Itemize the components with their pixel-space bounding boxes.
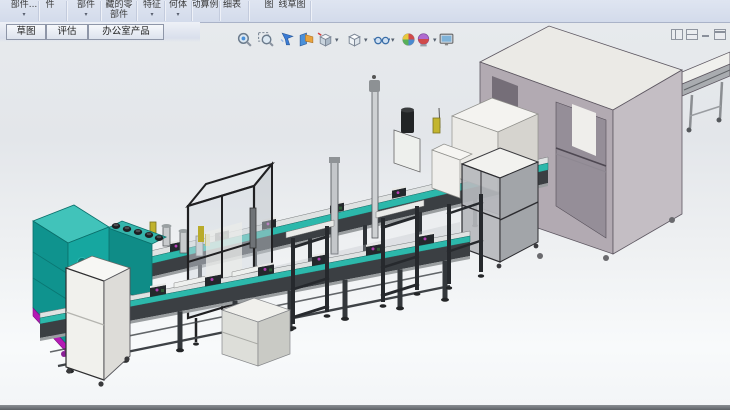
restore-window-icon[interactable] (671, 29, 683, 40)
commandmanager-tab-row: 草图评估办公室产品 (0, 22, 200, 42)
section-view-icon[interactable] (298, 31, 315, 48)
display-style-icon[interactable] (346, 31, 363, 48)
dropdown-arrow-icon[interactable]: ▾ (433, 36, 437, 44)
dropdown-arrow-icon[interactable]: ▾ (11, 11, 38, 19)
dropdown-arrow-icon[interactable]: ▾ (77, 11, 95, 19)
assembly-3d-model (0, 23, 730, 405)
previous-view-icon[interactable] (279, 31, 296, 48)
ribbon-group-separator (66, 1, 68, 21)
status-bar (0, 405, 730, 410)
solidworks-window: 部件...▾件部件▾藏的零部件特征▾何体▾动算例细表图线草图 草图评估办公室产品 (0, 0, 730, 410)
ribbon-group-separator (310, 1, 312, 21)
ribbon-button-7[interactable]: 动算例 (191, 0, 218, 10)
view-settings-icon[interactable] (438, 31, 455, 48)
ribbon-button-label: 藏的零 (105, 0, 132, 10)
ribbon-button-2[interactable]: 件 (45, 0, 54, 10)
ribbon-button-5[interactable]: 特征▾ (143, 0, 161, 19)
ribbon-group-separator (248, 1, 250, 21)
ribbon-group-separator (164, 1, 166, 21)
ribbon-button-label: 部件 (77, 0, 95, 10)
dropdown-arrow-icon[interactable]: ▾ (364, 36, 368, 44)
view-orientation-icon[interactable] (317, 31, 334, 48)
ribbon-group-separator (100, 1, 102, 21)
tab-1[interactable]: 草图 (6, 24, 46, 40)
zoom-to-fit-icon[interactable] (236, 31, 253, 48)
zoom-to-area-icon[interactable] (257, 31, 274, 48)
document-window-controls (671, 29, 726, 40)
ribbon-button-label-2: 部件 (110, 10, 128, 20)
model-outfeed-conveyor (682, 52, 730, 133)
dropdown-arrow-icon[interactable]: ▾ (391, 36, 395, 44)
tab-3[interactable]: 办公室产品 (88, 24, 164, 40)
ribbon-button-label: 图 (264, 0, 273, 10)
ribbon-button-label: 动算例 (191, 0, 218, 10)
dropdown-arrow-icon[interactable]: ▾ (335, 36, 339, 44)
ribbon-button-label: 何体 (169, 0, 187, 10)
ribbon-button-6[interactable]: 何体▾ (169, 0, 187, 19)
ribbon-button-3[interactable]: 部件▾ (77, 0, 95, 19)
ribbon-button-label: 细表 (223, 0, 241, 10)
model-floor-box (222, 298, 290, 366)
dropdown-arrow-icon[interactable]: ▾ (169, 11, 187, 19)
apply-scene-icon[interactable] (415, 31, 432, 48)
tab-2[interactable]: 评估 (46, 24, 88, 40)
ribbon-button-1[interactable]: 部件...▾ (11, 0, 38, 19)
dropdown-arrow-icon[interactable]: ▾ (143, 11, 161, 19)
ribbon-button-8[interactable]: 细表 (223, 0, 241, 10)
graphics-area[interactable]: ▾ ▾ ▾ ▾ (0, 23, 730, 405)
ribbon-group-separator (38, 1, 40, 21)
minimize-window-icon[interactable] (701, 29, 711, 38)
ribbon-button-4[interactable]: 藏的零部件 (105, 0, 132, 20)
ribbon-group-separator (136, 1, 138, 21)
ribbon-button-9[interactable]: 图 (264, 0, 273, 10)
hide-show-items-icon[interactable] (373, 31, 390, 48)
model-control-cabinet (462, 148, 538, 268)
ribbon-commandmanager: 部件...▾件部件▾藏的零部件特征▾何体▾动算例细表图线草图 (0, 0, 730, 23)
ribbon-button-label: 线草图 (278, 0, 305, 10)
close-window-icon[interactable] (714, 29, 726, 40)
ribbon-group-separator (191, 1, 193, 21)
model-white-box (66, 256, 130, 387)
ribbon-button-10[interactable]: 线草图 (278, 0, 305, 10)
ribbon-group-separator (219, 1, 221, 21)
ribbon-button-label: 件 (45, 0, 54, 10)
tile-windows-icon[interactable] (686, 29, 698, 40)
ribbon-button-label: 特征 (143, 0, 161, 10)
ribbon-button-label: 部件... (11, 0, 38, 10)
